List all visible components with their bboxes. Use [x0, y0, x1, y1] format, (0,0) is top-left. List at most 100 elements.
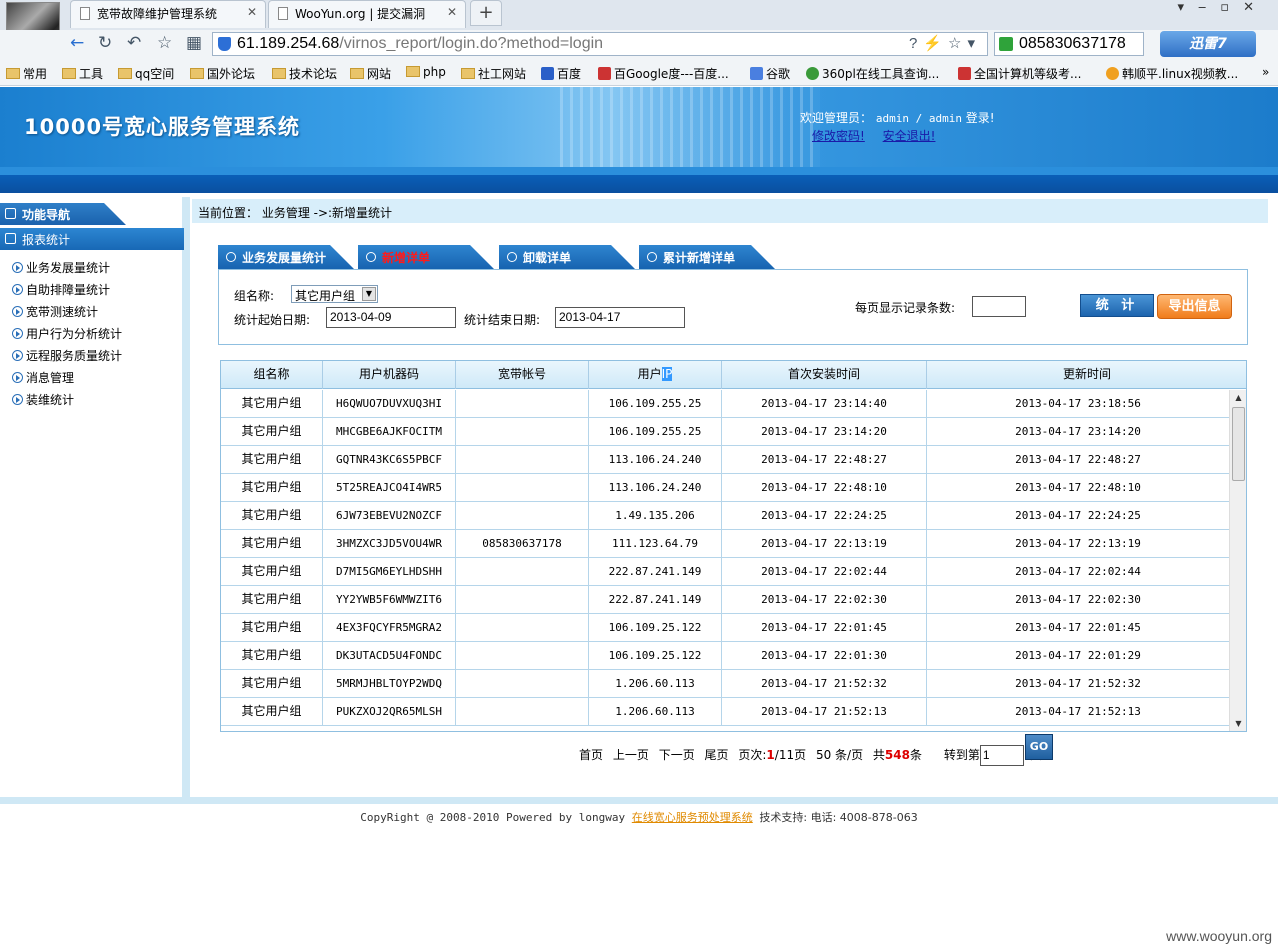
cell-first-install: 2013-04-17 22:01:30	[722, 642, 927, 670]
bookmark-folder[interactable]: 国外论坛	[190, 65, 255, 82]
scroll-thumb[interactable]	[1232, 407, 1245, 481]
prev-page-link[interactable]: 上一页	[613, 748, 649, 762]
tab-new-detail[interactable]: 新增详单	[358, 245, 494, 269]
chevron-down-icon[interactable]: ▼	[362, 287, 376, 301]
column-header[interactable]: 首次安装时间	[722, 361, 927, 389]
cell-ip: 106.109.255.25	[589, 418, 722, 446]
goto-page-input[interactable]: 1	[979, 745, 1024, 766]
table-row[interactable]: 其它用户组 YY2YWB5F6WMWZIT6 222.87.241.149 2013-…	[221, 586, 1229, 614]
star-icon[interactable]: ☆	[157, 33, 172, 53]
sidebar-item-user-behavior[interactable]: 用户行为分析统计	[12, 325, 122, 347]
sidebar-item-remote-service[interactable]: 远程服务质量统计	[12, 347, 122, 369]
bookmark-folder[interactable]: 网站	[350, 65, 391, 82]
cell-machine-code: 5T25REAJCO4I4WR5	[323, 474, 456, 502]
bookmark-link[interactable]: 全国计算机等级考...	[958, 65, 1081, 82]
bookmark-folder[interactable]: php	[406, 65, 446, 79]
bookmark-folder[interactable]: qq空间	[118, 65, 174, 82]
window-controls[interactable]: ▾‒▫✕	[1178, 0, 1269, 15]
bookmark-folder[interactable]: 社工网站	[461, 65, 526, 82]
export-button[interactable]: 导出信息	[1157, 294, 1232, 319]
cell-update-time: 2013-04-17 22:02:44	[1015, 565, 1141, 578]
bookmark-folder[interactable]: 工具	[62, 65, 103, 82]
back-icon[interactable]: ←	[70, 33, 84, 53]
url-host: 61.189.254.68	[237, 35, 340, 52]
table-row[interactable]: 其它用户组 D7MI5GM6EYLHDSHH 222.87.241.149 2013-…	[221, 558, 1229, 586]
cell-update-time: 2013-04-17 22:13:19	[1015, 537, 1141, 550]
cell-machine-code: MHCGBE6AJKFOCITM	[323, 418, 456, 446]
xunlei-button[interactable]: 迅雷7	[1160, 31, 1256, 57]
cell-first-install: 2013-04-17 21:52:13	[722, 698, 927, 726]
address-bar[interactable]: 61.189.254.68/virnos_report/login.do?met…	[212, 32, 988, 56]
search-box[interactable]: 085830637178	[994, 32, 1144, 56]
go-button[interactable]: GO	[1025, 734, 1053, 760]
column-header[interactable]: 用户机器码	[323, 361, 456, 389]
table-row[interactable]: 其它用户组 GQTNR43KC6S5PBCF 113.106.24.240 2013-…	[221, 446, 1229, 474]
bookmark-link[interactable]: 百Google度---百度...	[598, 65, 729, 82]
table-row[interactable]: 其它用户组 5T25REAJCO4I4WR5 113.106.24.240 2013-…	[221, 474, 1229, 502]
column-header[interactable]: 用户IP	[589, 361, 722, 389]
bookmark-link[interactable]: 谷歌	[750, 65, 790, 82]
table-row[interactable]: 其它用户组 6JW73EBEVU2NOZCF 1.49.135.206 2013-04…	[221, 502, 1229, 530]
cell-account	[456, 446, 589, 474]
bookmark-link[interactable]: 360pl在线工具查询...	[806, 65, 939, 82]
reload-icon[interactable]: ↻	[98, 33, 112, 53]
perpage-input[interactable]	[972, 296, 1026, 317]
end-date-input[interactable]: 2013-04-17	[555, 307, 685, 328]
stat-button[interactable]: 统 计	[1080, 294, 1154, 317]
sidebar-item-install-stats[interactable]: 装维统计	[12, 391, 122, 413]
table-row[interactable]: 其它用户组 H6QWUO7DUVXUQ3HI 106.109.255.25 2013-…	[221, 390, 1229, 418]
scroll-down-icon[interactable]: ▼	[1230, 716, 1246, 731]
column-header[interactable]: 组名称	[221, 361, 323, 389]
close-tab-icon[interactable]: ✕	[447, 5, 457, 19]
bookmark-folder[interactable]: 技术论坛	[272, 65, 337, 82]
change-password-link[interactable]: 修改密码!	[812, 129, 865, 143]
data-table: 组名称 用户机器码 宽带帐号 用户IP 首次安装时间 更新时间 其它用户组 H6Q…	[220, 360, 1247, 732]
browser-tab-1[interactable]: 宽带故障维护管理系统 ✕	[70, 0, 266, 28]
cell-group: 其它用户组	[221, 670, 323, 698]
table-row[interactable]: 其它用户组 3HMZXC3JD5VOU4WR 085830637178 111.123…	[221, 530, 1229, 558]
logout-link[interactable]: 安全退出!	[883, 129, 936, 143]
bookmark-link[interactable]: 百度	[541, 65, 581, 82]
sidebar-item-business-growth[interactable]: 业务发展量统计	[12, 259, 122, 281]
cell-machine-code: 4EX3FQCYFR5MGRA2	[323, 614, 456, 642]
footer-copyright: CopyRight @ 2008-2010 Powered by longway	[360, 811, 626, 824]
undo-icon[interactable]: ↶	[127, 33, 141, 53]
baidu-google-icon	[598, 67, 611, 80]
table-row[interactable]: 其它用户组 DK3UTACD5U4FONDC 106.109.25.122 2013-…	[221, 642, 1229, 670]
table-row[interactable]: 其它用户组 MHCGBE6AJKFOCITM 106.109.255.25 2013-…	[221, 418, 1229, 446]
sidebar-section[interactable]: 报表统计	[0, 228, 184, 250]
apps-icon[interactable]: ▦	[186, 33, 202, 53]
cell-group: 其它用户组	[221, 474, 323, 502]
column-header[interactable]: 更新时间	[927, 361, 1246, 389]
sidebar-item-speed-test[interactable]: 宽带测速统计	[12, 303, 122, 325]
table-row[interactable]: 其它用户组 5MRMJHBLTOYP2WDQ 1.206.60.113 2013-04…	[221, 670, 1229, 698]
start-date-input[interactable]: 2013-04-09	[326, 307, 456, 328]
bookmark-label: 技术论坛	[289, 67, 338, 81]
close-tab-icon[interactable]: ✕	[247, 5, 257, 19]
bookmarks-bar: 常用 工具 qq空间 国外论坛 技术论坛 网站 php 社工网站 百度 百Goo…	[0, 60, 1278, 86]
table-row[interactable]: 其它用户组 4EX3FQCYFR5MGRA2 106.109.25.122 2013-…	[221, 614, 1229, 642]
folder-icon	[350, 68, 364, 79]
bookmark-link[interactable]: 韩顺平.linux视频教...	[1106, 65, 1238, 82]
address-bar-icons[interactable]: ?⚡☆▾	[909, 34, 981, 52]
footer-system-link[interactable]: 在线宽心服务预处理系统	[632, 811, 753, 824]
tab-uninstall-detail[interactable]: 卸载详单	[499, 245, 635, 269]
tab-cumulative-detail[interactable]: 累计新增详单	[639, 245, 775, 269]
sidebar-item-self-troubleshoot[interactable]: 自助排障量统计	[12, 281, 122, 303]
scroll-up-icon[interactable]: ▲	[1230, 390, 1246, 406]
more-bookmarks-icon[interactable]: »	[1262, 65, 1269, 79]
tab-label: 累计新增详单	[663, 251, 736, 265]
last-page-link[interactable]: 尾页	[705, 748, 729, 762]
group-select[interactable]: 其它用户组 ▼	[291, 285, 378, 303]
next-page-link[interactable]: 下一页	[659, 748, 695, 762]
browser-tab-2[interactable]: WooYun.org | 提交漏洞 ✕	[268, 0, 466, 28]
bookmark-folder[interactable]: 常用	[6, 65, 47, 82]
column-header[interactable]: 宽带帐号	[456, 361, 589, 389]
sidebar-item-messages[interactable]: 消息管理	[12, 369, 122, 391]
table-row[interactable]: 其它用户组 PUKZXOJ2QR65MLSH 1.206.60.113 2013-04…	[221, 698, 1229, 726]
table-scrollbar[interactable]: ▲ ▼	[1229, 390, 1246, 731]
bookmark-label: 全国计算机等级考...	[974, 67, 1082, 81]
tab-business-growth[interactable]: 业务发展量统计	[218, 245, 354, 269]
new-tab-button[interactable]: +	[470, 0, 502, 26]
first-page-link[interactable]: 首页	[579, 748, 603, 762]
